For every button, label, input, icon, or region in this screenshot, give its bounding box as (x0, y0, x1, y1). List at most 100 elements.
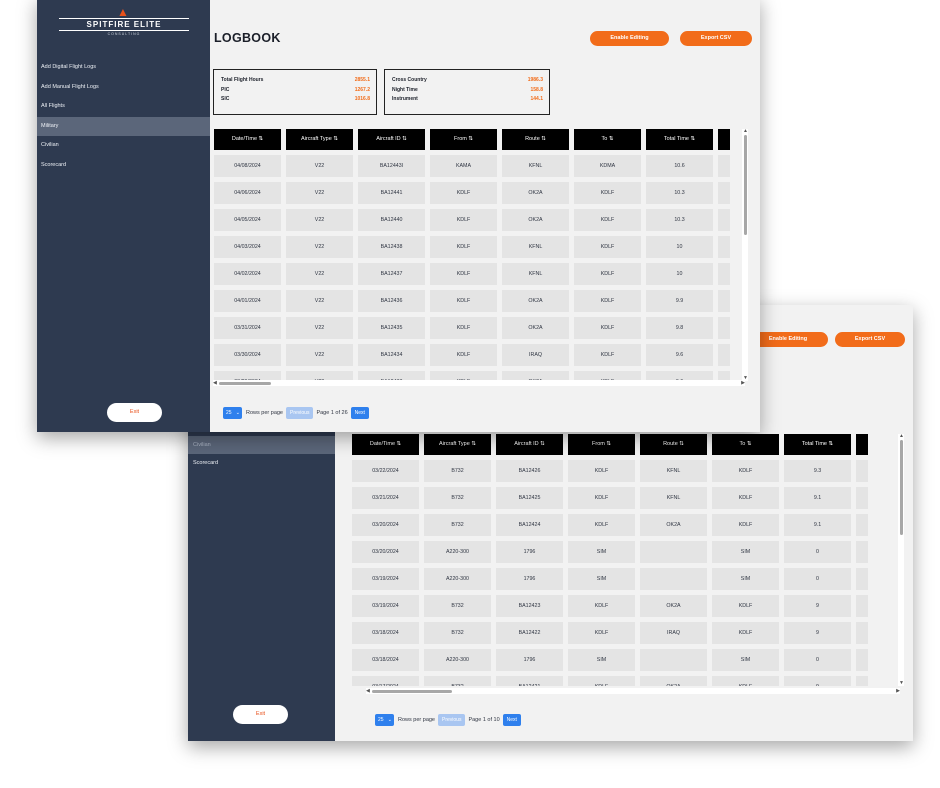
cell-route: OK2A (502, 209, 569, 231)
col-header-to[interactable]: To ⇅ (574, 129, 641, 150)
export-csv-button[interactable]: Export CSV (680, 31, 752, 46)
table-row[interactable]: 03/22/2024 B732 BA12426 KDLF KFNL KDLF 9.3 (352, 460, 895, 482)
exit-button[interactable]: Exit (107, 403, 162, 422)
col-header-to[interactable]: To ⇅ (712, 434, 779, 455)
enable-editing-button[interactable]: Enable Editing (590, 31, 669, 46)
vertical-scrollbar[interactable]: ▲ ▼ (898, 434, 904, 686)
previous-page-button[interactable]: Previous (438, 714, 466, 726)
next-page-button[interactable]: Next (350, 407, 369, 419)
cell-aircraft-id: BA12434 (358, 344, 425, 366)
sidebar-nav: Civilian Scorecard (188, 436, 335, 472)
cell-to: KDLF (574, 344, 641, 366)
table-row[interactable]: 04/02/2024 V22 BA12437 KDLF KFNL KDLF 10 (214, 263, 745, 285)
export-csv-button[interactable]: Export CSV (835, 332, 905, 347)
scroll-thumb[interactable] (372, 689, 452, 693)
table-row[interactable]: 04/03/2024 V22 BA12438 KDLF KFNL KDLF 10 (214, 236, 745, 258)
col-header-total-time[interactable]: Total Time ⇅ (784, 434, 851, 455)
stat-label: SIC (221, 96, 230, 102)
sidebar-item-all-flights[interactable]: All Flights (37, 97, 210, 117)
cell-to: KDLF (712, 676, 779, 686)
scroll-thumb[interactable] (899, 440, 903, 535)
scroll-right-icon[interactable]: ▶ (741, 380, 745, 386)
sidebar-item-civilian[interactable]: Civilian (188, 436, 335, 454)
sidebar: ▲ SPITFIRE ELITE CONSULTING Add Digital … (37, 0, 210, 432)
scroll-right-icon[interactable]: ▶ (896, 688, 900, 694)
scroll-left-icon[interactable]: ◀ (366, 688, 370, 694)
previous-page-button[interactable]: Previous (286, 407, 314, 419)
scroll-up-icon[interactable]: ▲ (899, 434, 904, 439)
table-row[interactable]: 03/31/2024 V22 BA12435 KDLF OK2A KDLF 9.8 (214, 317, 745, 339)
table-row[interactable]: 03/18/2024 A220-300 1796 SIM SIM 0 (352, 649, 895, 671)
rows-per-page-select[interactable]: 25 ⌄ (375, 714, 394, 726)
table-row[interactable]: 04/06/2024 V22 BA12441 KDLF OK2A KDLF 10.3 (214, 182, 745, 204)
cell-overflow (856, 460, 868, 482)
col-header-aircraft-type[interactable]: Aircraft Type ⇅ (424, 434, 491, 455)
rows-per-page-select[interactable]: 25 ⌄ (223, 407, 242, 419)
sidebar-item-add-digital[interactable]: Add Digital Flight Logs (37, 58, 210, 78)
cell-aircraft-type: V22 (286, 344, 353, 366)
cell-total-time: 9 (784, 595, 851, 617)
table-row[interactable]: 03/20/2024 A220-300 1796 SIM SIM 0 (352, 541, 895, 563)
col-header-aircraft-id[interactable]: Aircraft ID ⇅ (358, 129, 425, 150)
exit-button[interactable]: Exit (233, 705, 288, 724)
cell-total-time: 0 (784, 568, 851, 590)
cell-aircraft-type: A220-300 (424, 568, 491, 590)
sidebar-item-scorecard[interactable]: Scorecard (188, 454, 335, 472)
cell-total-time: 0 (784, 649, 851, 671)
scroll-thumb[interactable] (219, 381, 271, 385)
scroll-thumb[interactable] (743, 135, 747, 235)
cell-to: KDLF (712, 595, 779, 617)
col-header-aircraft-type[interactable]: Aircraft Type ⇅ (286, 129, 353, 150)
pagination: 25 ⌄ Rows per page Previous Page 1 of 26… (223, 407, 372, 419)
cell-route: KFNL (640, 460, 707, 482)
cell-date: 03/30/2024 (214, 344, 281, 366)
col-header-route[interactable]: Route ⇅ (640, 434, 707, 455)
scroll-down-icon[interactable]: ▼ (899, 681, 904, 686)
table-row[interactable]: 03/17/2024 B732 BA12421 KDLF OK2A KDLF 9 (352, 676, 895, 686)
col-header-from[interactable]: From ⇅ (568, 434, 635, 455)
cell-to: KDLF (574, 290, 641, 312)
table-row[interactable]: 04/08/2024 V22 BA12443I KAMA KFNL KDMA 10.6 (214, 155, 745, 177)
horizontal-scrollbar[interactable]: ◀ ▶ (366, 688, 900, 694)
table-row[interactable]: 03/21/2024 B732 BA12425 KDLF KFNL KDLF 9.1 (352, 487, 895, 509)
table-row[interactable]: 03/30/2024 V22 BA12434 KDLF IRAQ KDLF 9.6 (214, 344, 745, 366)
military-logbook-window: ▲ SPITFIRE ELITE CONSULTING Add Digital … (37, 0, 760, 432)
table-row[interactable]: 03/18/2024 B732 BA12422 KDLF IRAQ KDLF 9 (352, 622, 895, 644)
table-row[interactable]: 04/01/2024 V22 BA12436 KDLF OK2A KDLF 9.9 (214, 290, 745, 312)
cell-route: KFNL (640, 487, 707, 509)
col-header-date[interactable]: Date/Time ⇅ (352, 434, 419, 455)
cell-route: IRAQ (502, 344, 569, 366)
rows-per-page-label: Rows per page (398, 717, 435, 723)
col-header-date[interactable]: Date/Time ⇅ (214, 129, 281, 150)
cell-to: KDLF (574, 182, 641, 204)
stat-value: 2855.1 (354, 77, 370, 83)
sidebar-item-military[interactable]: Military (37, 116, 210, 136)
col-header-from[interactable]: From ⇅ (430, 129, 497, 150)
cell-total-time: 10 (646, 236, 713, 258)
col-header-total-time[interactable]: Total Time ⇅ (646, 129, 713, 150)
cell-aircraft-type: B732 (424, 595, 491, 617)
col-header-route[interactable]: Route ⇅ (502, 129, 569, 150)
next-page-button[interactable]: Next (502, 714, 521, 726)
brand-subtitle: CONSULTING (107, 32, 141, 36)
table-row[interactable]: 04/05/2024 V22 BA12440 KDLF OK2A KDLF 10.3 (214, 209, 745, 231)
scroll-left-icon[interactable]: ◀ (213, 380, 217, 386)
sidebar-item-add-manual[interactable]: Add Manual Flight Logs (37, 78, 210, 98)
table-row[interactable]: 03/19/2024 A220-300 1796 SIM SIM 0 (352, 568, 895, 590)
table-row[interactable]: 03/20/2024 B732 BA12424 KDLF OK2A KDLF 9.1 (352, 514, 895, 536)
pagination: 25 ⌄ Rows per page Previous Page 1 of 10… (375, 714, 524, 726)
sidebar-item-civilian[interactable]: Civilian (37, 136, 210, 156)
cell-from: SIM (568, 649, 635, 671)
enable-editing-button[interactable]: Enable Editing (748, 332, 828, 347)
cell-total-time: 9.6 (646, 344, 713, 366)
table-header-row: Date/Time ⇅ Aircraft Type ⇅ Aircraft ID … (352, 434, 895, 455)
col-header-aircraft-id[interactable]: Aircraft ID ⇅ (496, 434, 563, 455)
horizontal-scrollbar[interactable]: ◀ ▶ (213, 380, 745, 386)
cell-aircraft-type: V22 (286, 155, 353, 177)
sidebar-item-scorecard[interactable]: Scorecard (37, 156, 210, 176)
vertical-scrollbar[interactable]: ▲ ▼ (742, 129, 748, 381)
table-row[interactable]: 03/19/2024 B732 BA12423 KDLF OK2A KDLF 9 (352, 595, 895, 617)
scroll-up-icon[interactable]: ▲ (743, 129, 748, 134)
flight-table: Date/Time ⇅ Aircraft Type ⇅ Aircraft ID … (352, 434, 895, 686)
flight-conditions-summary: Cross Country 1986.3 Night Time 158.8 Inst… (384, 69, 550, 115)
